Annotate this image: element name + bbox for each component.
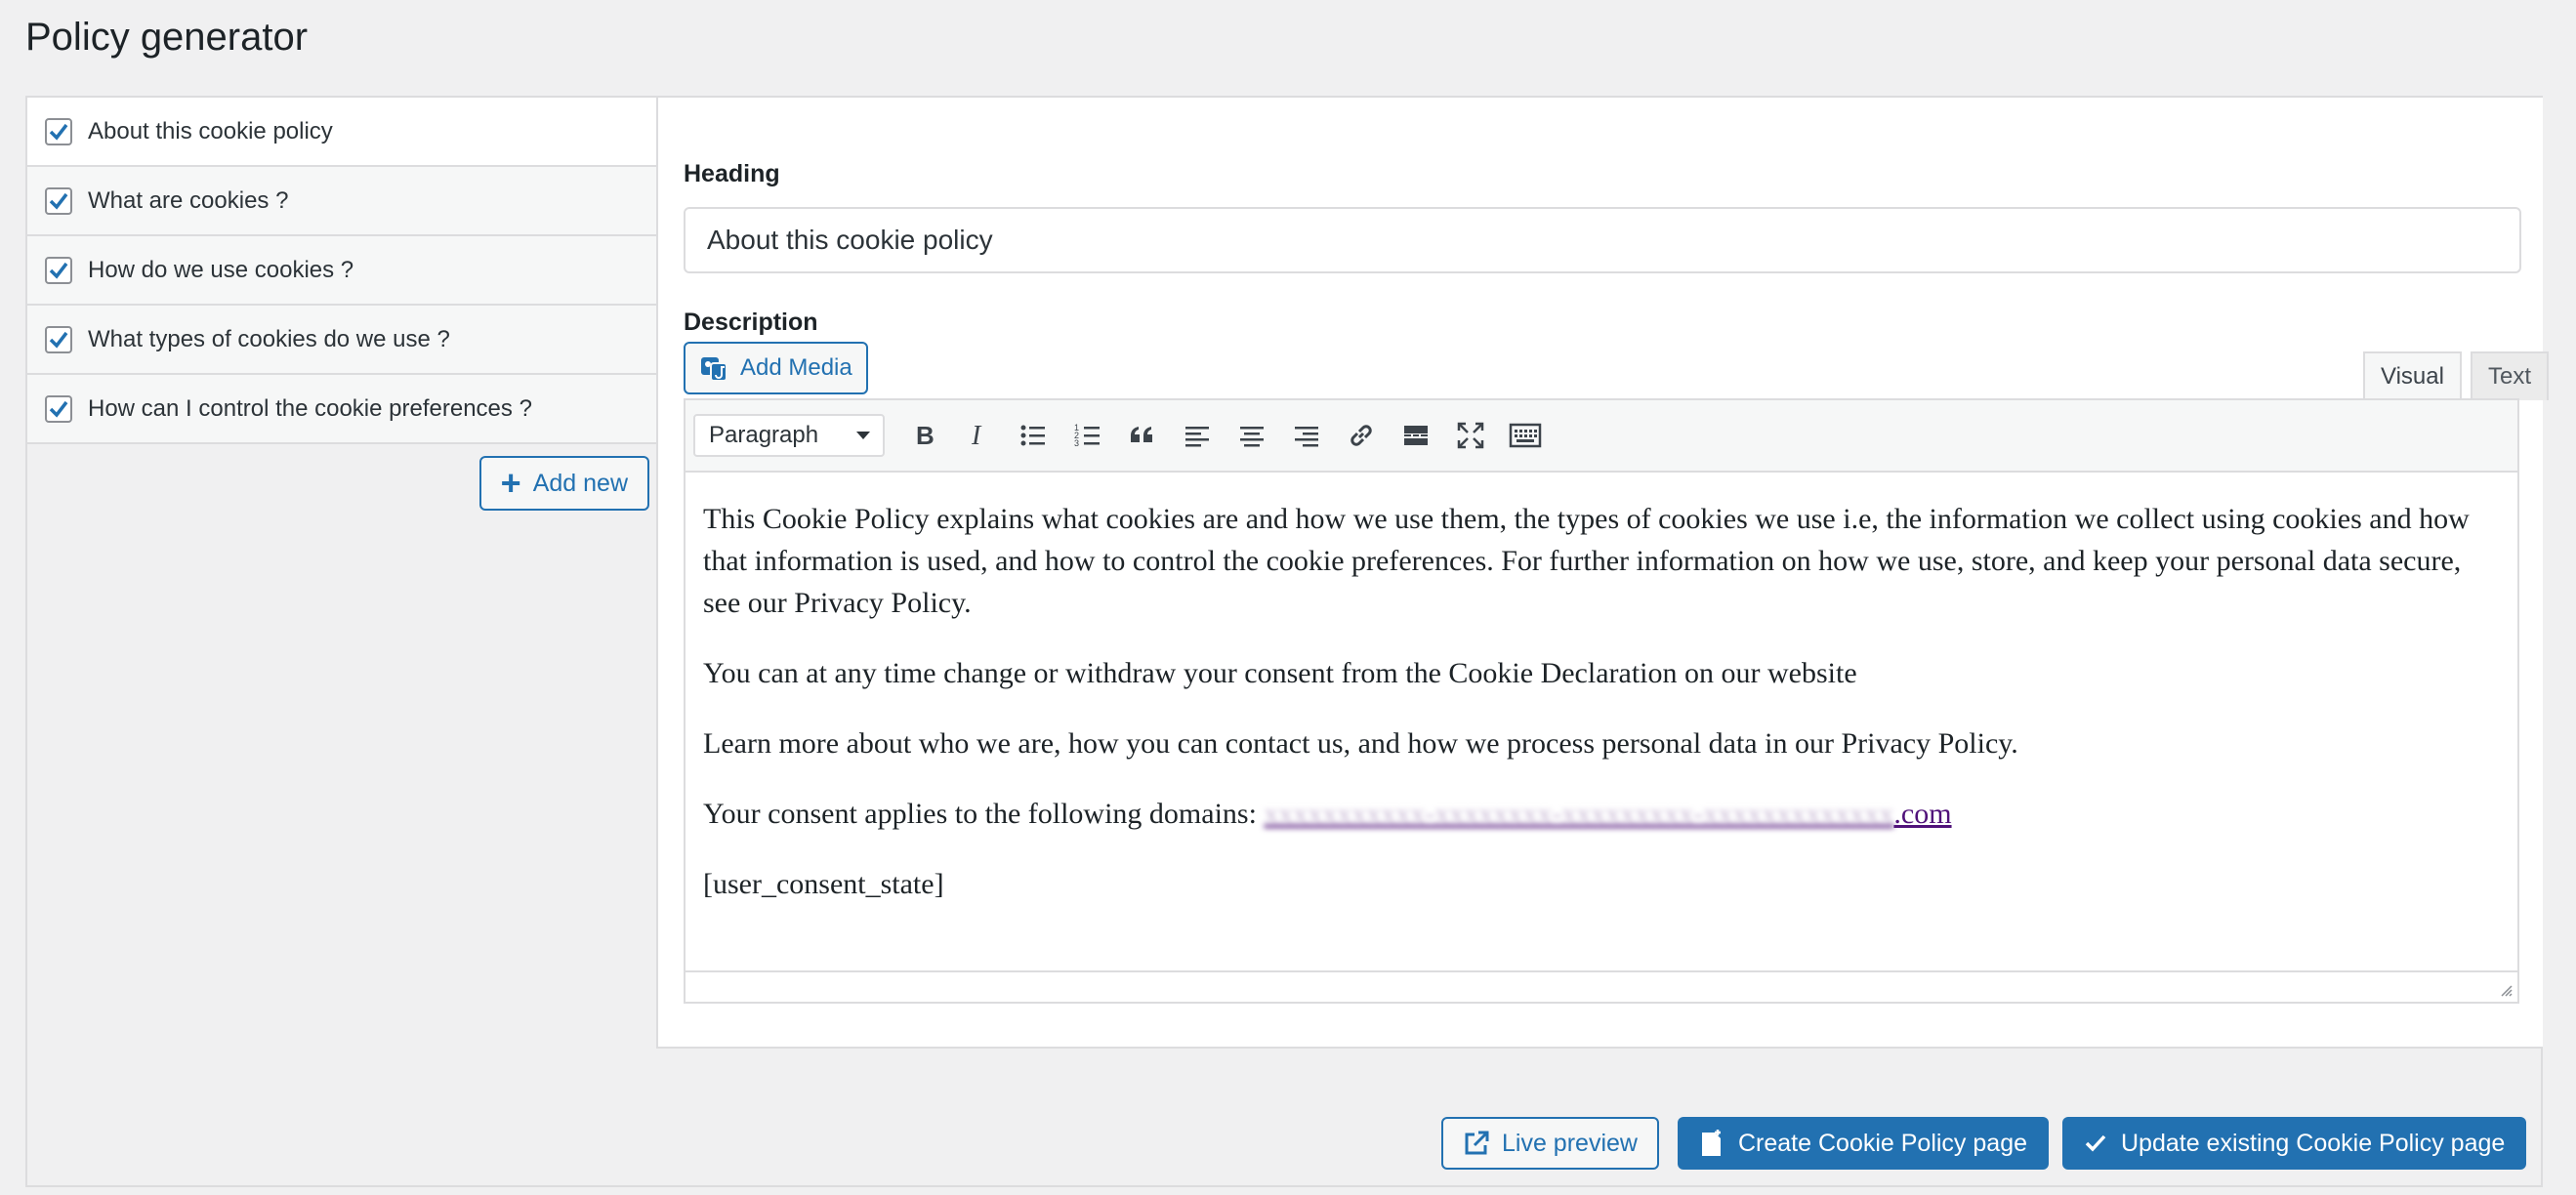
- format-select[interactable]: Paragraph: [693, 414, 885, 457]
- update-button-label: Update existing Cookie Policy page: [2121, 1129, 2506, 1157]
- sidebar-item-label: How do we use cookies ?: [88, 256, 354, 283]
- create-button-label: Create Cookie Policy page: [1738, 1129, 2027, 1157]
- add-media-button[interactable]: Add Media: [684, 342, 868, 394]
- sidebar-item-what-are-cookies[interactable]: What are cookies ?: [27, 167, 657, 236]
- align-right-icon: [1295, 427, 1318, 447]
- svg-text:I: I: [971, 421, 982, 450]
- numbered-list-button[interactable]: 1 2 3: [1060, 408, 1115, 463]
- check-icon: [49, 192, 68, 210]
- paragraph: Your consent applies to the following do…: [703, 793, 2500, 835]
- policy-generator-panel: About this cookie policy What are cookie…: [25, 96, 2550, 1187]
- align-center-icon: [1240, 427, 1264, 447]
- paragraph: You can at any time change or withdraw y…: [703, 657, 1857, 689]
- align-left-button[interactable]: [1170, 408, 1225, 463]
- align-center-button[interactable]: [1225, 408, 1279, 463]
- format-select-value: Paragraph: [709, 422, 819, 448]
- svg-text:B: B: [916, 421, 935, 450]
- add-media-icon: [701, 357, 727, 382]
- align-right-button[interactable]: [1279, 408, 1334, 463]
- blockquote-button[interactable]: [1115, 408, 1170, 463]
- editor-statusbar: [686, 970, 2517, 1002]
- add-media-label: Add Media: [740, 354, 852, 381]
- plus-icon: +: [500, 463, 521, 503]
- chevron-down-icon: [856, 432, 870, 439]
- live-preview-button[interactable]: Live preview: [1441, 1117, 1659, 1170]
- align-left-icon: [1185, 427, 1209, 447]
- checkbox[interactable]: [45, 325, 72, 353]
- new-page-icon: [1702, 1130, 1721, 1156]
- editor-toolbar: Paragraph B I 1 2 3: [686, 400, 2517, 473]
- fullscreen-icon: [1457, 422, 1484, 449]
- check-icon: [49, 331, 68, 349]
- create-cookie-policy-page-button[interactable]: Create Cookie Policy page: [1678, 1117, 2049, 1170]
- resize-handle-icon[interactable]: [2498, 982, 2514, 998]
- description-label: Description: [684, 309, 818, 336]
- paragraph: Learn more about who we are, how you can…: [703, 727, 2018, 760]
- sidebar-item-about[interactable]: About this cookie policy: [27, 98, 657, 167]
- editor-content[interactable]: This Cookie Policy explains what cookies…: [686, 473, 2517, 905]
- section-sidebar: About this cookie policy What are cookie…: [27, 98, 657, 1049]
- sidebar-item-cookie-types[interactable]: What types of cookies do we use ?: [27, 306, 657, 375]
- toolbar-toggle-button[interactable]: [1498, 408, 1553, 463]
- read-more-button[interactable]: [1389, 408, 1443, 463]
- checkbox[interactable]: [45, 394, 72, 423]
- check-icon: [2085, 1134, 2106, 1152]
- paragraph: [user_consent_state]: [703, 868, 944, 900]
- sidebar-item-label: About this cookie policy: [88, 117, 333, 144]
- external-link-icon: [1465, 1131, 1489, 1155]
- link-button[interactable]: [1334, 408, 1389, 463]
- add-new-button[interactable]: + Add new: [478, 456, 649, 511]
- check-icon: [49, 262, 68, 279]
- heading-input[interactable]: [684, 207, 2521, 273]
- domain-suffix: .com: [1893, 798, 1952, 830]
- bold-button[interactable]: B: [896, 408, 951, 463]
- checkbox[interactable]: [45, 256, 72, 284]
- italic-icon: I: [971, 421, 982, 450]
- section-editor-panel: Heading Description Add Media Visual Tex…: [656, 98, 2550, 1049]
- tab-text[interactable]: Text: [2471, 351, 2550, 400]
- check-icon: [49, 123, 68, 141]
- blockquote-icon: [1131, 427, 1152, 442]
- toolbar-toggle-icon: [1509, 423, 1542, 448]
- italic-button[interactable]: I: [951, 408, 1006, 463]
- svg-text:3: 3: [1074, 438, 1079, 448]
- domain-link[interactable]: xxxxxxxxxxx-xxxxxxxx-xxxxxxxxx-xxxxxxxxx…: [1264, 798, 1951, 830]
- paragraph: This Cookie Policy explains what cookies…: [703, 503, 2470, 619]
- live-preview-label: Live preview: [1502, 1129, 1638, 1157]
- sidebar-item-how-use-cookies[interactable]: How do we use cookies ?: [27, 236, 657, 306]
- numbered-list-icon: 1 2 3: [1074, 423, 1100, 448]
- rich-text-editor: Paragraph B I 1 2 3 This Cookie Policy e…: [684, 398, 2519, 1004]
- read-more-icon: [1404, 426, 1428, 445]
- sidebar-item-label: What are cookies ?: [88, 186, 289, 214]
- add-new-label: Add new: [532, 469, 628, 497]
- tab-visual[interactable]: Visual: [2363, 351, 2462, 400]
- link-icon: [1350, 425, 1372, 446]
- check-icon: [49, 400, 68, 418]
- sidebar-item-control-preferences[interactable]: How can I control the cookie preferences…: [27, 375, 657, 444]
- bullet-list-button[interactable]: [1006, 408, 1060, 463]
- sidebar-item-label: How can I control the cookie preferences…: [88, 394, 532, 422]
- sidebar-item-label: What types of cookies do we use ?: [88, 325, 450, 352]
- add-new-row: + Add new: [27, 444, 657, 522]
- fullscreen-button[interactable]: [1443, 408, 1498, 463]
- checkbox[interactable]: [45, 117, 72, 145]
- checkbox[interactable]: [45, 186, 72, 215]
- bullet-list-icon: [1020, 425, 1045, 446]
- blurred-domain: xxxxxxxxxxx-xxxxxxxx-xxxxxxxxx-xxxxxxxxx…: [1264, 798, 1894, 830]
- heading-label: Heading: [684, 160, 780, 187]
- page-title: Policy generator: [25, 16, 309, 59]
- bold-icon: B: [916, 421, 935, 450]
- update-cookie-policy-page-button[interactable]: Update existing Cookie Policy page: [2062, 1117, 2527, 1170]
- domains-prefix: Your consent applies to the following do…: [703, 798, 1265, 830]
